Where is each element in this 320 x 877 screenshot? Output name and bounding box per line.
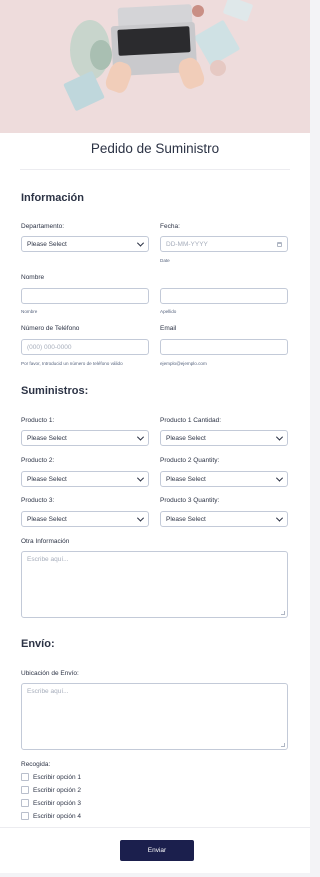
producto2-qty-select[interactable]: Please Select	[160, 471, 288, 487]
fecha-placeholder: DD-MM-YYYY	[166, 240, 208, 248]
section-heading-suministros: Suministros:	[21, 385, 89, 397]
producto3-qty-label: Producto 3 Quantity:	[160, 497, 220, 504]
chevron-down-icon	[275, 433, 284, 441]
recogida-option-2[interactable]: Escribir opción 2	[21, 786, 81, 794]
option-label: Escribir opción 3	[33, 799, 82, 807]
telefono-placeholder: (000) 000-0000	[27, 343, 72, 351]
recogida-label: Recogida:	[21, 761, 51, 768]
nombre-label: Nombre	[21, 274, 45, 281]
submit-button[interactable]: Enviar	[120, 840, 194, 861]
select-value: Please Select	[27, 515, 67, 523]
hand-right	[175, 55, 207, 91]
recogida-option-1[interactable]: Escribir opción 1	[21, 773, 81, 781]
checkbox[interactable]	[21, 799, 29, 807]
producto2-qty-label: Producto 2 Quantity:	[160, 457, 220, 464]
chevron-down-icon	[275, 514, 284, 522]
card-decoration	[222, 0, 254, 22]
option-label: Escribir opción 1	[33, 773, 82, 781]
apellido-input[interactable]	[160, 288, 288, 304]
nombre-sublabel: Nombre	[21, 309, 38, 314]
chevron-down-icon	[136, 474, 145, 482]
form-title: Pedido de Suministro	[90, 141, 220, 156]
ubicacion-label: Ubicación de Envío:	[21, 670, 79, 677]
producto3-select[interactable]: Please Select	[21, 511, 149, 527]
checkbox[interactable]	[21, 786, 29, 794]
producto3-label: Producto 3:	[21, 497, 55, 504]
otra-informacion-label: Otra Información	[21, 538, 70, 545]
ubicacion-textarea[interactable]: Escribe aquí...	[21, 683, 288, 750]
page-bottom	[0, 873, 310, 877]
calendar-icon[interactable]	[277, 241, 282, 247]
departamento-label: Departamento:	[21, 223, 64, 230]
select-value: Please Select	[166, 515, 206, 523]
chevron-down-icon	[136, 514, 145, 522]
email-label: Email	[160, 325, 177, 332]
telefono-input[interactable]: (000) 000-0000	[21, 339, 149, 355]
producto1-label: Producto 1:	[21, 417, 55, 424]
section-heading-envio: Envío:	[21, 638, 55, 650]
chevron-down-icon	[136, 433, 145, 441]
email-input[interactable]	[160, 339, 288, 355]
footer-divider	[0, 827, 310, 828]
textarea-placeholder: Escribe aquí...	[27, 688, 69, 695]
select-value: Please Select	[166, 434, 206, 442]
laptop-keyboard	[117, 26, 191, 56]
recogida-option-4[interactable]: Escribir opción 4	[21, 812, 81, 820]
departamento-select[interactable]: Please Select	[21, 236, 149, 252]
fecha-label: Fecha:	[160, 223, 180, 230]
telefono-sublabel: Por favor, Introducid un número de teléf…	[21, 361, 123, 366]
select-value: Please Select	[27, 475, 67, 483]
fecha-sublabel: Date	[160, 258, 170, 263]
option-label: Escribir opción 4	[33, 812, 82, 820]
producto3-qty-select[interactable]: Please Select	[160, 511, 288, 527]
checkbox[interactable]	[21, 812, 29, 820]
section-heading-informacion: Información	[21, 192, 84, 204]
header-image	[0, 0, 310, 133]
producto1-select[interactable]: Please Select	[21, 430, 149, 446]
flower-decoration	[192, 5, 204, 17]
producto2-select[interactable]: Please Select	[21, 471, 149, 487]
checkbox[interactable]	[21, 773, 29, 781]
textarea-placeholder: Escribe aquí...	[27, 556, 69, 563]
departamento-value: Please Select	[27, 240, 67, 248]
producto1-qty-label: Producto 1 Cantidad:	[160, 417, 222, 424]
recogida-option-3[interactable]: Escribir opción 3	[21, 799, 81, 807]
option-label: Escribir opción 2	[33, 786, 82, 794]
otra-informacion-textarea[interactable]: Escribe aquí...	[21, 551, 288, 618]
chevron-down-icon	[136, 239, 145, 247]
chevron-down-icon	[275, 474, 284, 482]
telefono-label: Número de Teléfono	[21, 325, 80, 332]
apellido-sublabel: Apellido	[160, 309, 177, 314]
fecha-input[interactable]: DD-MM-YYYY	[160, 236, 288, 252]
email-sublabel: ejemplo@ejemplo.com	[160, 361, 207, 366]
producto1-qty-select[interactable]: Please Select	[160, 430, 288, 446]
select-value: Please Select	[27, 434, 67, 442]
plant-decoration	[90, 40, 112, 70]
title-divider	[20, 169, 290, 170]
producto2-label: Producto 2:	[21, 457, 55, 464]
nombre-input[interactable]	[21, 288, 149, 304]
resize-grip-icon[interactable]	[281, 743, 285, 747]
select-value: Please Select	[166, 475, 206, 483]
flower-decoration	[210, 60, 226, 76]
form-page: Pedido de Suministro Información Departa…	[0, 0, 310, 877]
resize-grip-icon[interactable]	[281, 611, 285, 615]
